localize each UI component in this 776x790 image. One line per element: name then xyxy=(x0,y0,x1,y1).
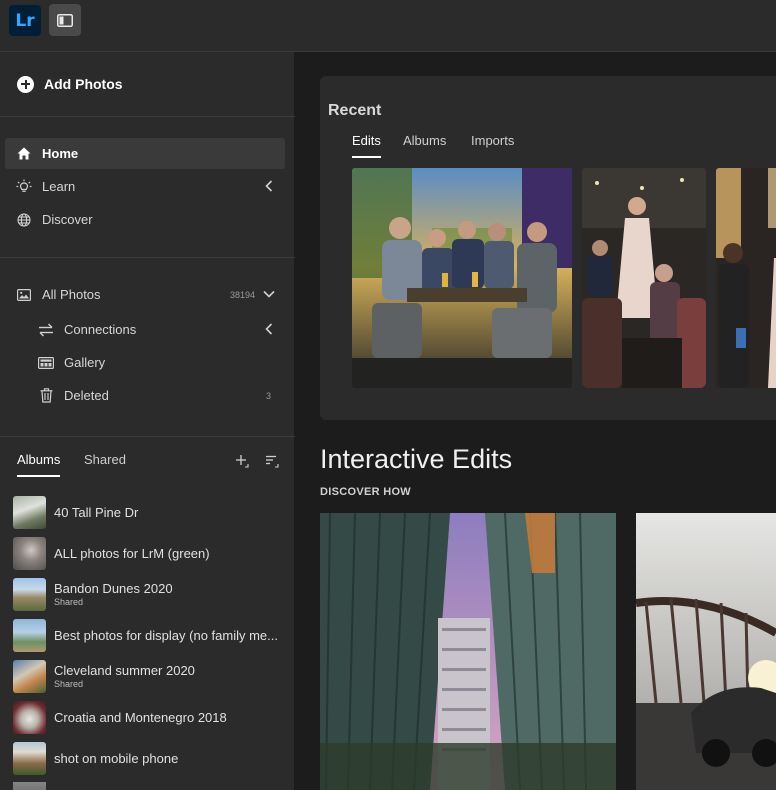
lightbulb-icon xyxy=(16,179,32,195)
panel-toggle-button[interactable] xyxy=(49,4,81,36)
album-name: Bandon Dunes 2020 xyxy=(54,581,173,596)
chevron-left-icon[interactable] xyxy=(263,323,275,335)
section-title: Interactive Edits xyxy=(320,444,513,474)
recent-title: Recent xyxy=(328,102,382,119)
album-item[interactable]: ALL photos for LrM (green) xyxy=(13,536,283,570)
recent-photo-thumbnail[interactable] xyxy=(716,168,776,388)
album-name: 40 Tall Pine Dr xyxy=(54,504,139,520)
add-circle-icon xyxy=(17,75,34,93)
home-icon xyxy=(16,146,32,162)
photo-icon xyxy=(16,287,32,303)
nav-gallery-label: Gallery xyxy=(64,355,106,370)
album-item[interactable]: Cleveland summer 2020 Shared xyxy=(13,659,283,693)
globe-icon xyxy=(16,212,32,228)
divider xyxy=(0,257,295,258)
album-shared-badge: Shared xyxy=(54,679,84,689)
panel-layout-icon xyxy=(57,13,73,27)
lightroom-logo[interactable]: Lr xyxy=(9,5,41,36)
album-actions xyxy=(235,454,279,473)
top-bar: Lr xyxy=(0,0,776,52)
sidebar: Add Photos Home Learn Discover All Photo… xyxy=(0,52,295,790)
album-name: Best photos for display (no family me... xyxy=(54,627,278,643)
nav-deleted-label: Deleted xyxy=(64,388,109,403)
album-name: Cleveland summer 2020 xyxy=(54,663,195,678)
album-shared-badge: Shared xyxy=(54,597,84,607)
nav-home-label: Home xyxy=(42,146,79,161)
album-thumbnail xyxy=(13,659,46,693)
main-content: Recent Edits Albums Imports Interactive … xyxy=(296,52,776,790)
gallery-icon xyxy=(38,355,54,371)
buildings-photo-image xyxy=(320,513,616,790)
interactive-edit-card[interactable] xyxy=(636,513,776,790)
album-item[interactable]: Bandon Dunes 2020 Shared xyxy=(13,577,283,611)
nav-item-discover[interactable]: Discover xyxy=(5,204,285,235)
album-item[interactable]: 40 Tall Pine Dr xyxy=(13,495,283,529)
album-thumbnail xyxy=(13,741,46,775)
album-thumbnail xyxy=(13,536,46,570)
deleted-count: 3 xyxy=(265,390,271,401)
album-thumbnail xyxy=(13,495,46,529)
nav-item-gallery[interactable]: Gallery xyxy=(5,347,285,378)
album-name: shot on mobile phone xyxy=(54,750,179,766)
tab-imports[interactable]: Imports xyxy=(471,133,514,156)
album-name: ALL photos for LrM (green) xyxy=(54,545,210,561)
nav-item-home[interactable]: Home xyxy=(5,138,285,169)
divider xyxy=(0,436,295,437)
all-photos-count: 38194 xyxy=(229,289,255,300)
nav-item-learn[interactable]: Learn xyxy=(5,171,285,202)
album-thumbnail xyxy=(13,700,46,734)
connections-arrows-icon xyxy=(38,322,54,338)
car-bridge-photo-image xyxy=(636,513,776,790)
add-photos-label: Add Photos xyxy=(44,76,123,92)
album-name: Croatia and Montenegro 2018 xyxy=(54,709,227,725)
create-album-icon[interactable] xyxy=(235,454,249,473)
tab-edits[interactable]: Edits xyxy=(352,133,381,158)
tab-albums[interactable]: Albums xyxy=(17,452,61,477)
album-thumbnail xyxy=(13,618,46,652)
restaurant-photo-image xyxy=(582,168,706,388)
sort-icon[interactable] xyxy=(265,454,279,473)
chevron-left-icon[interactable] xyxy=(263,180,275,192)
interactive-edit-card[interactable] xyxy=(320,513,616,790)
nav-item-connections[interactable]: Connections xyxy=(5,314,285,345)
divider xyxy=(0,116,295,117)
nav-discover-label: Discover xyxy=(42,212,93,227)
nav-learn-label: Learn xyxy=(42,179,76,194)
discover-how-link[interactable]: DISCOVER HOW xyxy=(320,486,411,498)
recent-photo-thumbnail[interactable] xyxy=(352,168,572,388)
album-item[interactable]: Croatia and Montenegro 2018 xyxy=(13,700,283,734)
album-item[interactable]: shot on mobile phone xyxy=(13,741,283,775)
nav-item-all-photos[interactable]: All Photos 38194 xyxy=(5,279,285,310)
nav-connections-label: Connections xyxy=(64,322,137,337)
album-item[interactable] xyxy=(13,782,283,790)
tab-shared[interactable]: Shared xyxy=(84,452,126,475)
album-tabs: Albums Shared xyxy=(17,452,279,482)
album-thumbnail xyxy=(13,577,46,611)
album-item[interactable]: Best photos for display (no family me... xyxy=(13,618,283,652)
recent-photo-thumbnail[interactable] xyxy=(582,168,706,388)
add-photos-button[interactable]: Add Photos xyxy=(17,74,123,94)
chevron-down-icon[interactable] xyxy=(263,288,275,300)
album-thumbnail xyxy=(13,782,46,790)
nav-item-deleted[interactable]: Deleted 3 xyxy=(5,380,285,411)
event-photo-image xyxy=(716,168,776,388)
nav-all-photos-label: All Photos xyxy=(42,287,101,302)
trash-icon xyxy=(38,388,54,404)
group-photo-image xyxy=(352,168,572,388)
tab-albums[interactable]: Albums xyxy=(403,133,446,156)
